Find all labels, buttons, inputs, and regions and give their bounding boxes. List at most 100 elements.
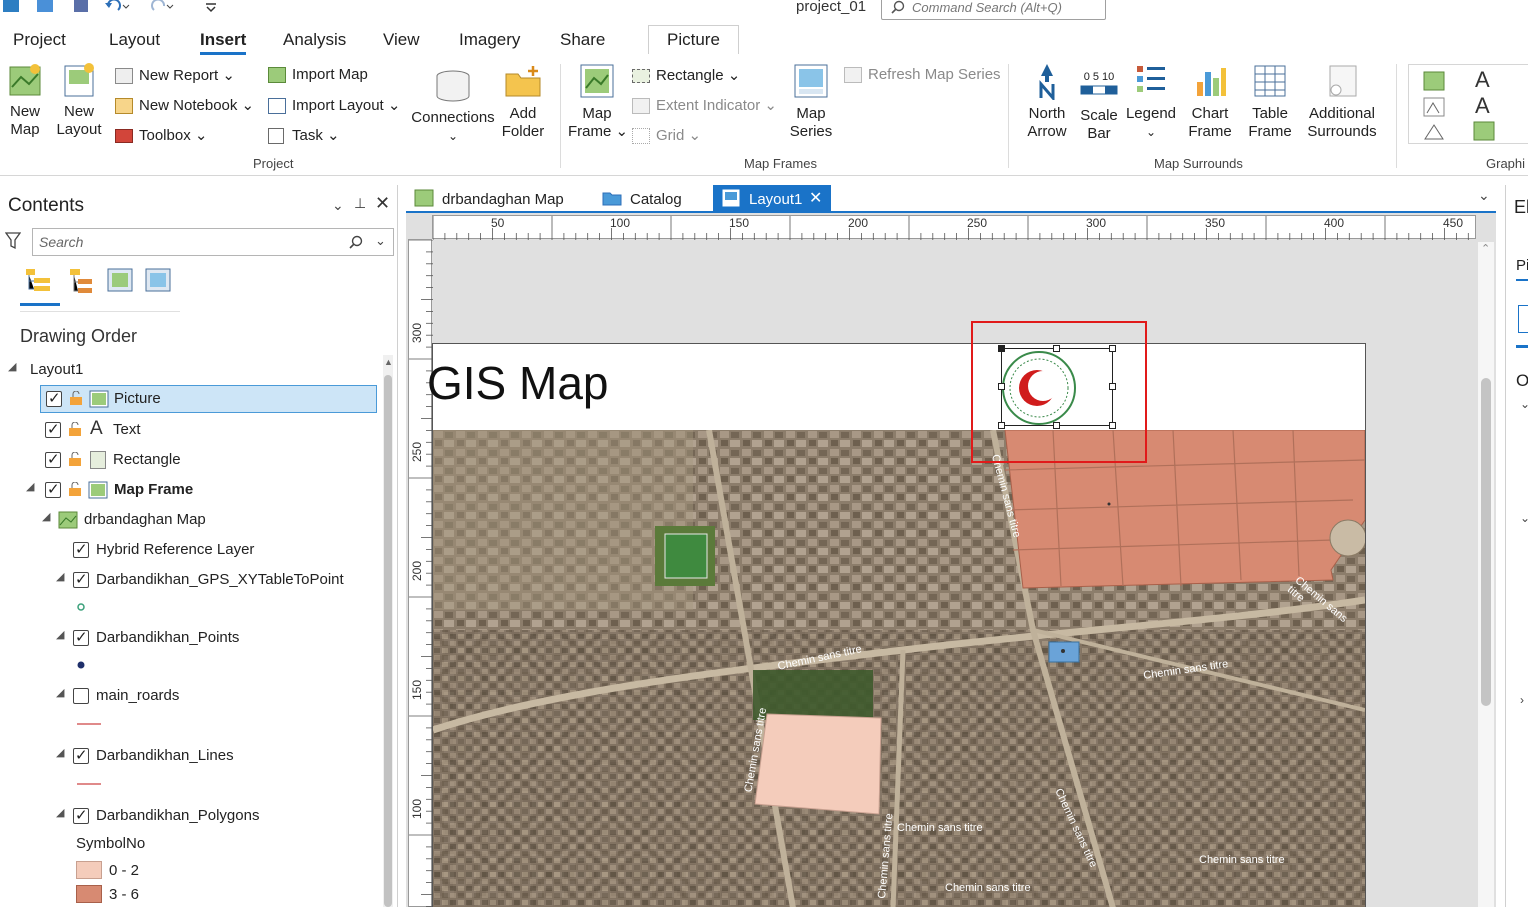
tree-item-rectangle[interactable]: Rectangle [40,447,377,473]
redo-icon[interactable] [148,0,174,14]
drawing-order-icon[interactable] [24,267,54,297]
tab-view[interactable]: View [383,30,420,50]
customize-qat-icon[interactable] [202,0,220,14]
list-by-selection-icon[interactable] [106,267,136,297]
close-icon[interactable]: ✕ [375,193,390,214]
rectangle-button[interactable]: Rectangle ⌄ [632,66,740,84]
tree-item-gps-points[interactable]: ◢ Darbandikhan_GPS_XYTableToPoint [0,567,377,593]
pin-icon[interactable]: ⊥ [354,195,366,212]
tree-item-lines[interactable]: ◢ Darbandikhan_Lines [0,743,377,769]
scrollbar-thumb[interactable] [384,375,392,907]
tab-imagery[interactable]: Imagery [459,30,520,50]
tab-insert[interactable]: Insert [200,30,247,55]
tab-drbandaghan-map[interactable]: drbandaghan Map [406,185,574,213]
visibility-checkbox[interactable] [73,628,89,646]
tab-layout[interactable]: Layout [109,30,160,50]
visibility-checkbox[interactable] [73,806,89,824]
tree-item-map-frame[interactable]: ◢ Map Frame [0,477,377,503]
graphics-gallery[interactable]: A A [1408,64,1528,144]
refresh-map-series-button[interactable]: Refresh Map Series [844,66,1001,84]
visibility-checkbox[interactable] [45,450,61,468]
tree-item-map[interactable]: ◢ drbandaghan Map [0,507,377,533]
list-by-source-icon[interactable] [68,267,98,297]
visibility-checkbox[interactable] [45,420,61,438]
task-button[interactable]: Task ⌄ [268,126,340,145]
list-by-editing-icon[interactable] [144,267,174,297]
tree-item-hybrid-reference-layer[interactable]: Hybrid Reference Layer [0,537,377,563]
tree-item-picture[interactable]: Picture [40,385,377,413]
search-options-icon[interactable]: ⌄ [375,233,386,249]
picture-frame-gallery-icon[interactable] [1423,97,1445,117]
collapse-triangle-icon[interactable]: ◢ [56,570,64,583]
table-frame-button[interactable]: Table Frame [1242,62,1298,141]
tab-share[interactable]: Share [560,30,605,50]
element-pane-tab[interactable]: Pi [1516,257,1528,274]
lock-icon[interactable] [67,482,83,497]
collapse-triangle-icon[interactable]: ◢ [56,806,64,819]
save-icon[interactable] [72,0,90,14]
north-arrow-button[interactable]: North Arrow [1018,62,1076,141]
close-tab-icon[interactable]: ✕ [809,188,822,208]
toolbox-button[interactable]: Toolbox ⌄ [115,126,207,144]
tab-catalog[interactable]: Catalog [594,185,692,213]
layout-page[interactable]: GIS Map Chemin sans titre Chemin sans ti… [427,343,1366,907]
contents-search-input[interactable]: Search ⌄ [32,228,394,256]
visibility-checkbox[interactable] [45,480,61,498]
tab-picture[interactable]: Picture [648,25,739,54]
map-series-button[interactable]: Map Series [784,62,838,141]
element-pane-button[interactable] [1518,305,1528,333]
lock-icon[interactable] [68,391,84,406]
picture-gallery-icon[interactable] [1423,71,1445,91]
image-gallery-icon[interactable] [1473,121,1495,141]
tree-item-layout1[interactable]: ◢ Layout1 [0,357,380,383]
map-frame[interactable]: Chemin sans titre Chemin sans titre Chem… [433,430,1365,907]
scrollbar-thumb[interactable] [1481,378,1491,706]
contents-menu-icon[interactable]: ⌄ [332,197,344,214]
new-layout-button[interactable]: New Layout [52,62,106,139]
new-report-button[interactable]: New Report ⌄ [115,66,235,85]
map-frame-button[interactable]: Map Frame ⌄ [568,62,628,141]
add-folder-button[interactable]: Add Folder [498,64,548,141]
import-layout-button[interactable]: Import Layout ⌄ [268,96,400,115]
visibility-checkbox[interactable] [73,688,89,704]
undo-icon[interactable] [104,0,130,14]
connections-button[interactable]: Connections ⌄ [410,68,496,145]
import-map-button[interactable]: Import Map [268,66,368,84]
legend-swatch[interactable] [76,861,102,879]
tab-layout1[interactable]: Layout1 ✕ [713,185,831,213]
tabs-overflow-icon[interactable]: ⌄ [1478,187,1490,204]
grid-button[interactable]: Grid ⌄ [632,126,701,145]
tab-analysis[interactable]: Analysis [283,30,346,50]
shape-gallery-icon[interactable] [1423,123,1445,141]
command-search-input[interactable]: Command Search (Alt+Q) [881,0,1106,20]
collapse-triangle-icon[interactable]: ◢ [42,510,50,523]
map-title-text[interactable]: GIS Map [427,356,609,410]
chart-frame-button[interactable]: Chart Frame [1182,62,1238,141]
layout-vertical-scrollbar[interactable]: ⌃ [1478,242,1494,907]
new-map-button[interactable]: New Map [4,62,46,139]
chevron-right-icon[interactable]: › [1520,693,1524,707]
collapse-triangle-icon[interactable]: ◢ [56,628,64,641]
chevron-down-icon[interactable]: ⌄ [1520,511,1528,525]
tree-item-points[interactable]: ◢ Darbandikhan_Points [0,625,377,651]
visibility-checkbox[interactable] [73,570,89,588]
project-icon[interactable] [2,0,20,14]
visibility-checkbox[interactable] [46,389,62,407]
collapse-triangle-icon[interactable]: ◢ [56,686,64,699]
collapse-triangle-icon[interactable]: ◢ [56,746,64,759]
open-icon[interactable] [36,0,54,14]
legend-button[interactable]: Legend ⌄ [1124,62,1178,141]
tab-project[interactable]: Project [13,30,66,50]
tree-item-main-roads[interactable]: ◢ main_roards [0,683,377,709]
scroll-up-icon[interactable]: ▲ [384,357,393,367]
visibility-checkbox[interactable] [73,746,89,764]
additional-surrounds-button[interactable]: Additional Surrounds [1302,62,1382,141]
layout-view[interactable]: 50 100 150 200 250 300 350 400 450 300 2… [406,213,1496,907]
extent-indicator-button[interactable]: Extent Indicator ⌄ [632,96,777,115]
contents-scrollbar[interactable]: ▲ [383,355,393,907]
collapse-triangle-icon[interactable]: ◢ [26,480,34,493]
lock-icon[interactable] [67,452,83,467]
text-alt-gallery-icon[interactable]: A [1475,93,1490,119]
tree-item-text[interactable]: A Text [40,417,377,443]
scroll-up-icon[interactable]: ⌃ [1481,242,1490,255]
